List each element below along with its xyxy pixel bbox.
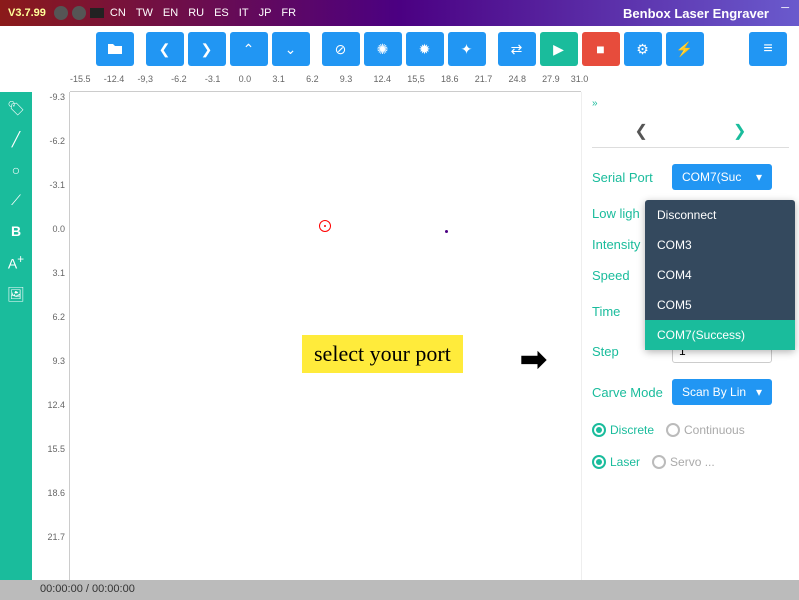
chevron-down-icon: ▾: [756, 170, 762, 184]
annotation-arrow-icon: ➡: [520, 340, 547, 378]
canvas-area[interactable]: select your port ➡: [70, 92, 581, 580]
laser-radio[interactable]: Laser: [592, 455, 640, 469]
titlebar-icon-2[interactable]: [72, 6, 86, 20]
lang-jp[interactable]: JP: [259, 7, 272, 19]
discrete-radio[interactable]: Discrete: [592, 423, 654, 437]
status-bar: 00:00:00 / 00:00:00: [0, 580, 799, 600]
panel-forward-button[interactable]: ❯: [691, 115, 790, 147]
titlebar-icon-1[interactable]: [54, 6, 68, 20]
down-button[interactable]: ⌄: [272, 32, 310, 66]
port-option-disconnect[interactable]: Disconnect: [645, 200, 795, 230]
origin-marker: [319, 220, 331, 232]
app-title: Benbox Laser Engraver: [623, 6, 769, 21]
time-status: 00:00:00 / 00:00:00: [40, 583, 135, 595]
continuous-radio[interactable]: Continuous: [666, 423, 745, 437]
left-button[interactable]: ❮: [146, 32, 184, 66]
flash-button[interactable]: ⚡: [666, 32, 704, 66]
bold-tool-icon[interactable]: B: [11, 223, 21, 239]
title-bar: V3.7.99 CN TW EN RU ES IT JP FR Benbox L…: [0, 0, 799, 26]
ruler-vertical: -9.3 -6.2 -3.1 0.0 3.1 6.2 9.3 12.4 15.5…: [32, 92, 70, 580]
line-tool-icon[interactable]: ╱: [12, 131, 20, 148]
servo-radio[interactable]: Servo ...: [652, 455, 715, 469]
stop-button[interactable]: ■: [582, 32, 620, 66]
version-label: V3.7.99: [8, 7, 46, 19]
up-button[interactable]: ⌃: [230, 32, 268, 66]
port-option-com5[interactable]: COM5: [645, 290, 795, 320]
lang-fr[interactable]: FR: [281, 7, 296, 19]
font-tool-icon[interactable]: A+: [8, 253, 24, 272]
tool-sidebar: 🏷 ╱ ○ ⟋ B A+ 🖼: [0, 92, 32, 580]
tag-tool-icon[interactable]: 🏷: [7, 100, 25, 117]
panel-back-button[interactable]: ❮: [592, 115, 691, 147]
serial-port-menu: Disconnect COM3 COM4 COM5 COM7(Success): [645, 200, 795, 350]
lang-en[interactable]: EN: [163, 7, 178, 19]
arc-tool-icon[interactable]: ⟋: [11, 192, 21, 209]
flag-icon[interactable]: [90, 8, 104, 18]
port-option-com4[interactable]: COM4: [645, 260, 795, 290]
lang-cn[interactable]: CN: [110, 7, 126, 19]
ruler-horizontal: -15.5 -12.4 -9,3 -6.2 -3.1 0.0 3.1 6.2 9…: [70, 72, 581, 92]
cancel-button[interactable]: ⊘: [322, 32, 360, 66]
play-button[interactable]: ▶: [540, 32, 578, 66]
lang-tw[interactable]: TW: [136, 7, 153, 19]
minimize-icon[interactable]: ─: [781, 2, 789, 14]
image-tool-icon[interactable]: 🖼: [7, 286, 25, 303]
carve-mode-label: Carve Mode: [592, 385, 672, 400]
shuffle-button[interactable]: ⇄: [498, 32, 536, 66]
sun-outline-button[interactable]: ✺: [364, 32, 402, 66]
right-button[interactable]: ❯: [188, 32, 226, 66]
open-file-button[interactable]: [96, 32, 134, 66]
annotation-label: select your port: [302, 335, 463, 373]
lang-it[interactable]: IT: [239, 7, 249, 19]
carve-mode-dropdown[interactable]: Scan By Lin▾: [672, 379, 772, 405]
canvas-point: [445, 230, 448, 233]
serial-port-dropdown[interactable]: COM7(Suc▾: [672, 164, 772, 190]
chevron-down-icon: ▾: [756, 385, 762, 399]
circle-tool-icon[interactable]: ○: [12, 162, 20, 178]
lang-ru[interactable]: RU: [188, 7, 204, 19]
menu-button[interactable]: ≡: [749, 32, 787, 66]
lang-es[interactable]: ES: [214, 7, 229, 19]
target-button[interactable]: ✦: [448, 32, 486, 66]
gear-button[interactable]: ⚙: [624, 32, 662, 66]
sun-fill-button[interactable]: ✹: [406, 32, 444, 66]
collapse-panel-button[interactable]: »: [592, 98, 789, 109]
port-option-com3[interactable]: COM3: [645, 230, 795, 260]
toolbar: ❮ ❯ ⌃ ⌄ ⊘ ✺ ✹ ✦ ⇄ ▶ ■ ⚙ ⚡ ≡: [0, 26, 799, 72]
serial-port-label: Serial Port: [592, 170, 672, 185]
settings-panel: » ❮ ❯ Serial Port COM7(Suc▾ Low ligh Int…: [581, 92, 799, 580]
port-option-com7[interactable]: COM7(Success): [645, 320, 795, 350]
